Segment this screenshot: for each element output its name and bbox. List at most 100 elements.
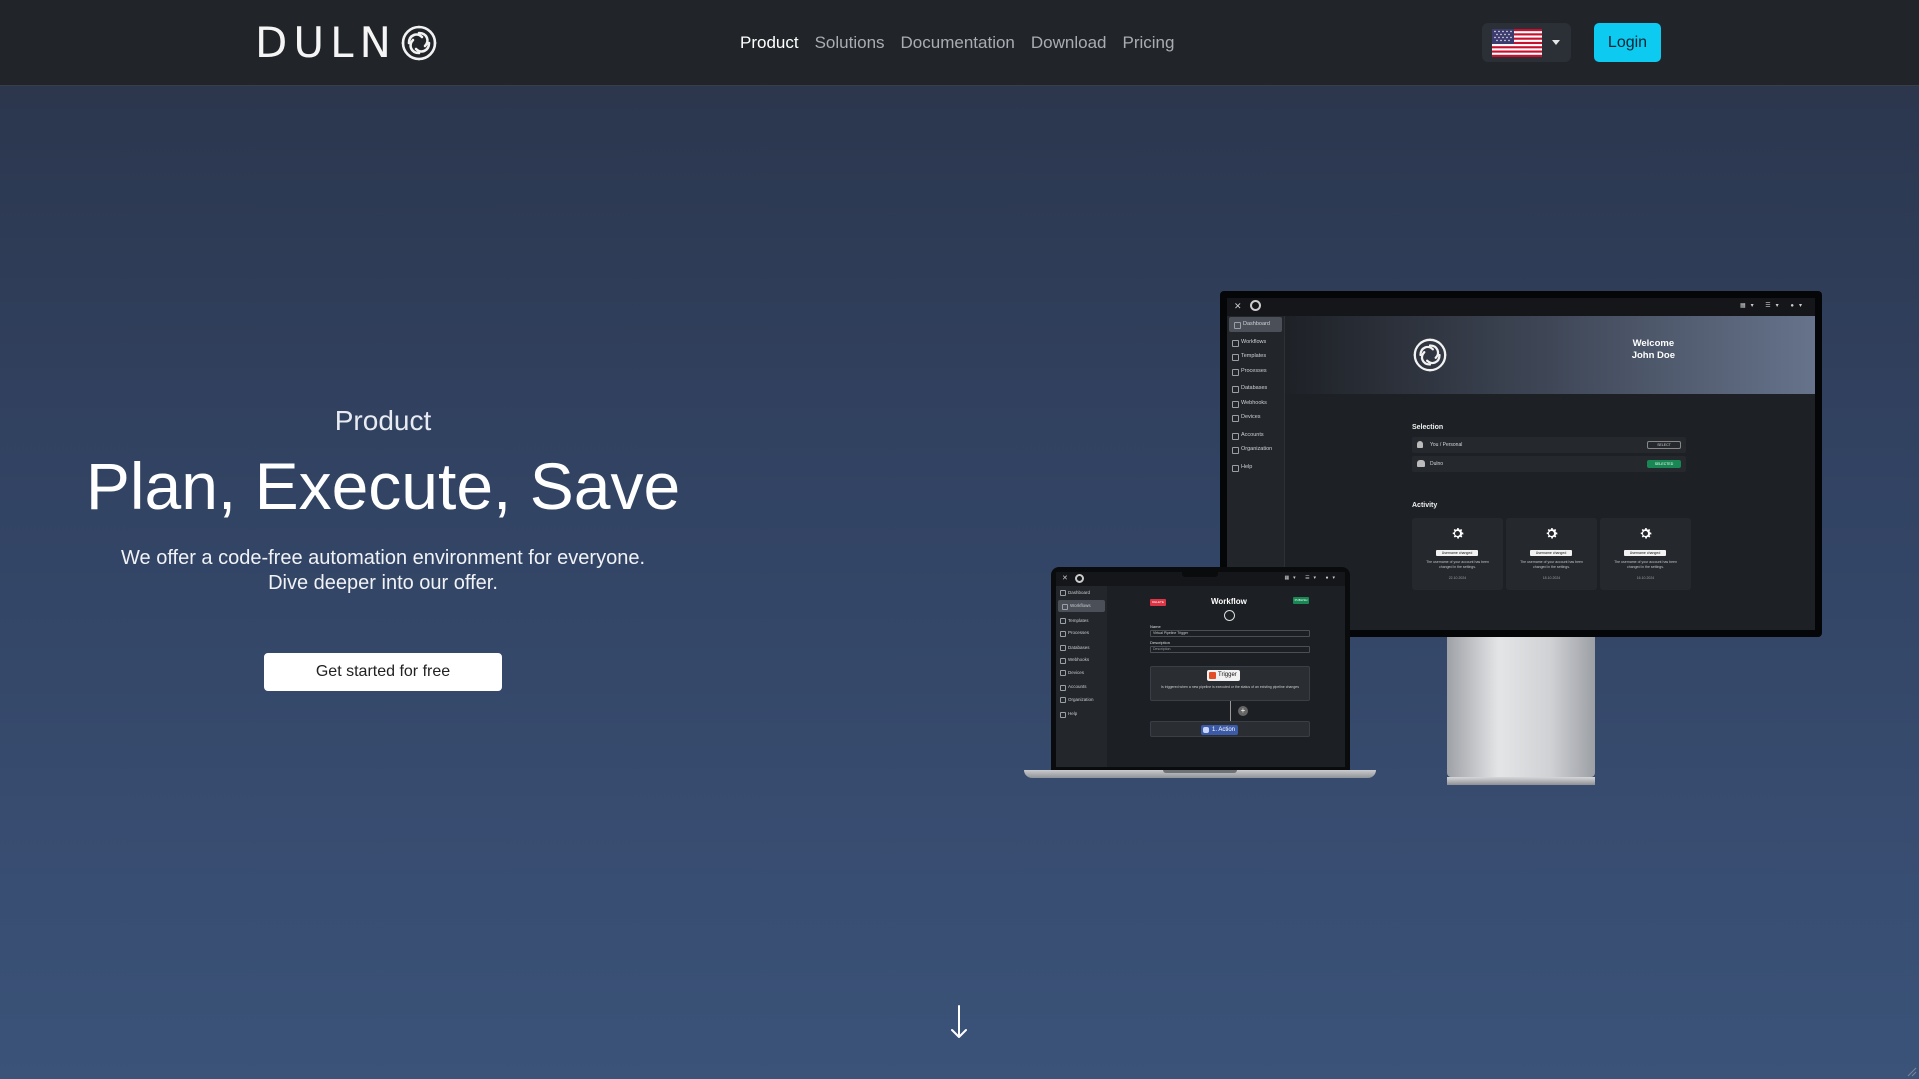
topbar-menu-icons: ▦▾ ☰▾ ●▾: [1739, 303, 1807, 309]
sidebar-item-dashboard[interactable]: Dashboard: [1229, 317, 1282, 332]
action-badge: 1. Action: [1201, 725, 1239, 735]
activity-date: 16.10.2024: [1636, 576, 1655, 580]
sidebar-item-help[interactable]: Help: [1056, 708, 1107, 721]
name-field[interactable]: Virtual Pipeline Trigger: [1150, 630, 1310, 637]
welcome-text: Welcome John Doe: [1632, 338, 1675, 362]
brand-logo[interactable]: DULN: [255, 20, 439, 66]
activity-heading: Activity: [1412, 502, 1438, 509]
caret-down-icon: [1552, 40, 1560, 45]
gear-icon: [1452, 527, 1464, 539]
selection-row-dulno[interactable]: Dulno SELECTED: [1412, 456, 1686, 472]
description-field[interactable]: Description: [1150, 646, 1310, 653]
discord-icon: [1203, 727, 1209, 733]
history-icon: [1224, 610, 1235, 621]
get-started-button[interactable]: Get started for free: [264, 653, 502, 691]
selection-name: You / Personal: [1430, 442, 1463, 448]
activity-tag: Username changed: [1624, 550, 1666, 556]
laptop-notch: [1182, 571, 1218, 577]
nav-documentation[interactable]: Documentation: [901, 28, 1015, 58]
trigger-label: Trigger: [1218, 672, 1237, 678]
hero-description-line-1: We offer a code-free automation environm…: [121, 547, 645, 569]
workflow-title: Workflow: [1211, 597, 1247, 606]
login-button[interactable]: Login: [1594, 23, 1661, 62]
activity-tag: Username changed: [1530, 550, 1572, 556]
hero-description: We offer a code-free automation environm…: [0, 546, 766, 596]
activity-text: The username of your account has been ch…: [1520, 560, 1583, 569]
activity-card[interactable]: Username changed The username of your ac…: [1412, 518, 1503, 590]
laptop-mockup: ✕ ▦▾ ☰▾ ●▾ Dashboard Workflows Templates…: [1051, 567, 1350, 770]
hero-description-line-2: Dive deeper into our offer.: [268, 572, 498, 594]
laptop-trackpad-groove: [1163, 770, 1237, 773]
brand-name: DULN: [255, 18, 397, 67]
sidebar-item-templates[interactable]: Templates: [1056, 614, 1107, 627]
gear-icon: [1546, 527, 1558, 539]
welcome-banner: Welcome John Doe: [1285, 316, 1815, 394]
navbar: DULN Product Solutions Documentation Dow…: [0, 0, 1919, 86]
topbar-menu-icons: ▦▾ ☰▾ ●▾: [1284, 575, 1339, 581]
activity-tag: Username changed: [1436, 550, 1478, 556]
nav-pricing[interactable]: Pricing: [1122, 28, 1174, 58]
sidebar-item-accounts[interactable]: Accounts: [1227, 428, 1284, 443]
arrow-down-icon[interactable]: [949, 1004, 969, 1040]
selected-badge: SELECTED: [1647, 460, 1681, 468]
language-dropdown[interactable]: [1482, 23, 1571, 62]
trigger-text: Is triggered when a new pipeline is exec…: [1161, 685, 1299, 689]
hero-eyebrow: Product: [334, 405, 432, 436]
action-node[interactable]: 1. Action: [1150, 721, 1310, 737]
monitor-stand-base: [1447, 777, 1595, 785]
sidebar-item-templates[interactable]: Templates: [1227, 349, 1284, 364]
sidebar-item-workflows[interactable]: Workflows: [1227, 335, 1284, 350]
delete-button[interactable]: DELETE: [1150, 599, 1166, 606]
app-sidebar: Dashboard Workflows Templates Processes …: [1056, 586, 1107, 767]
activity-date: 22.10.2024: [1448, 576, 1467, 580]
description-label: Description: [1150, 640, 1171, 645]
app-logo-icon: [1075, 574, 1084, 583]
trigger-icon: [1209, 672, 1216, 679]
sidebar-item-databases[interactable]: Databases: [1227, 381, 1284, 396]
us-flag-icon: [1492, 28, 1542, 57]
action-label: 1. Action: [1212, 727, 1236, 733]
sidebar-item-accounts[interactable]: Accounts: [1056, 681, 1107, 694]
select-button[interactable]: SELECT: [1647, 441, 1681, 449]
laptop-screen: ✕ ▦▾ ☰▾ ●▾ Dashboard Workflows Templates…: [1056, 572, 1345, 767]
gear-icon: [1640, 527, 1652, 539]
selection-name: Dulno: [1430, 461, 1444, 467]
user-icon: [1417, 441, 1423, 448]
trigger-badge: Trigger: [1207, 670, 1240, 681]
hero-title: Plan, Execute, Save: [85, 449, 681, 523]
activity-text: The username of your account has been ch…: [1426, 560, 1489, 569]
app-topbar: ✕ ▦▾ ☰▾ ●▾: [1227, 298, 1815, 316]
selection-row-personal[interactable]: You / Personal SELECT: [1412, 437, 1686, 453]
monitor-stand: [1447, 637, 1595, 777]
add-step-button[interactable]: +: [1238, 706, 1248, 716]
sidebar-item-processes[interactable]: Processes: [1056, 627, 1107, 640]
sidebar-item-webhooks[interactable]: Webhooks: [1056, 654, 1107, 667]
sidebar-item-devices[interactable]: Devices: [1227, 410, 1284, 425]
resize-handle-icon[interactable]: [1905, 1065, 1917, 1077]
trigger-node[interactable]: Trigger Is triggered when a new pipeline…: [1150, 666, 1310, 701]
swirl-logo-icon: [401, 25, 437, 61]
welcome-user-name: John Doe: [1631, 350, 1675, 361]
swirl-logo-icon: [1413, 338, 1447, 372]
sidebar-item-organization[interactable]: Organization: [1056, 693, 1107, 706]
welcome-line-1: Welcome: [1632, 338, 1675, 349]
selection-heading: Selection: [1412, 424, 1444, 431]
sidebar-item-processes[interactable]: Processes: [1227, 364, 1284, 379]
activity-date: 18.10.2024: [1542, 576, 1561, 580]
publish-button[interactable]: PUBLISH: [1293, 597, 1309, 604]
nav-product[interactable]: Product: [740, 28, 799, 58]
sidebar-item-webhooks[interactable]: Webhooks: [1227, 396, 1284, 411]
activity-card[interactable]: Username changed The username of your ac…: [1600, 518, 1691, 590]
sidebar-item-workflows[interactable]: Workflows: [1058, 599, 1105, 612]
sidebar-item-dashboard[interactable]: Dashboard: [1056, 586, 1107, 599]
sidebar-item-databases[interactable]: Databases: [1056, 641, 1107, 654]
sidebar-item-organization[interactable]: Organization: [1227, 442, 1284, 457]
sidebar-item-devices[interactable]: Devices: [1056, 666, 1107, 679]
connector-line: [1230, 701, 1231, 721]
nav-solutions[interactable]: Solutions: [815, 28, 885, 58]
close-icon: ✕: [1234, 301, 1242, 311]
nav-download[interactable]: Download: [1031, 28, 1107, 58]
users-icon: [1417, 460, 1425, 467]
sidebar-item-help[interactable]: Help: [1227, 460, 1284, 475]
activity-card[interactable]: Username changed The username of your ac…: [1506, 518, 1597, 590]
